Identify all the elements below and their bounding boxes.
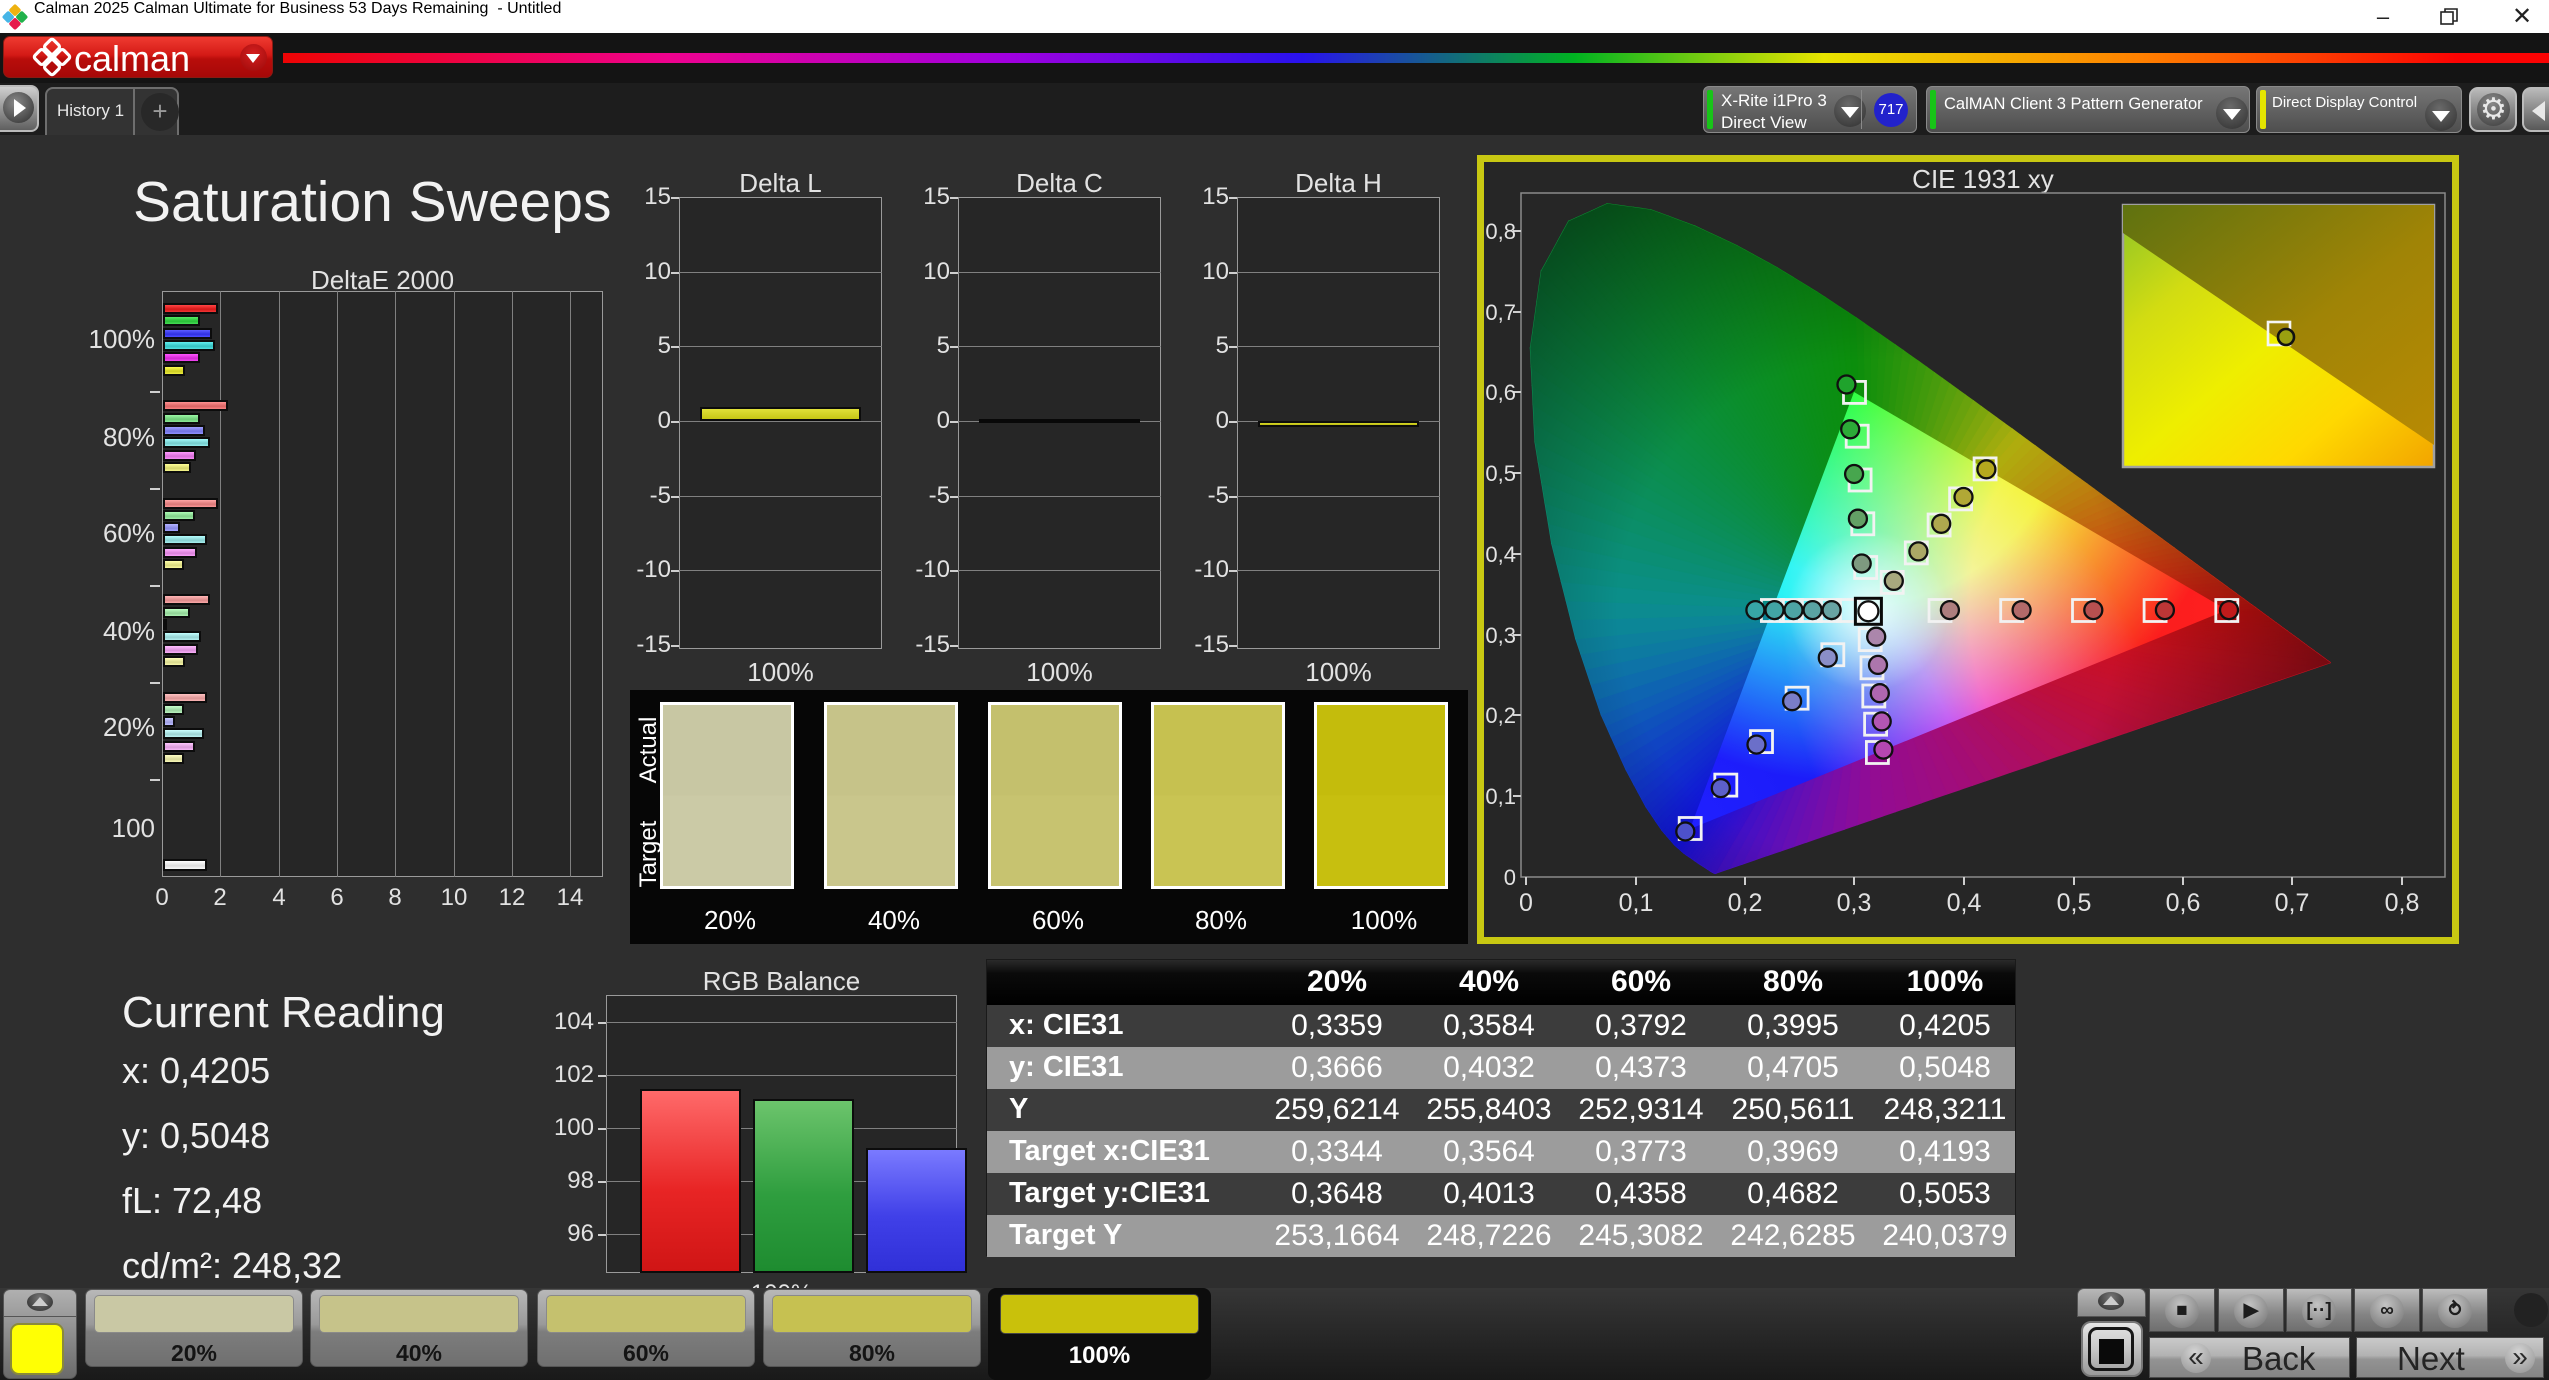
svg-text:CIE 1931 xy: CIE 1931 xy <box>1912 164 2054 194</box>
svg-text:0,6: 0,6 <box>2166 889 2201 917</box>
svg-text:0,3: 0,3 <box>1837 889 1872 917</box>
svg-text:0,1: 0,1 <box>1619 889 1654 917</box>
svg-text:0,6: 0,6 <box>1485 380 1516 405</box>
svg-text:0,8: 0,8 <box>1485 219 1516 244</box>
svg-text:0,3: 0,3 <box>1485 623 1516 648</box>
svg-text:0,7: 0,7 <box>2275 889 2310 917</box>
svg-text:0,2: 0,2 <box>1728 889 1763 917</box>
svg-text:0,5: 0,5 <box>2057 889 2092 917</box>
svg-text:0,4: 0,4 <box>1485 542 1516 567</box>
svg-text:0,1: 0,1 <box>1485 784 1516 809</box>
svg-text:0,2: 0,2 <box>1485 703 1516 728</box>
svg-text:0,7: 0,7 <box>1485 300 1516 325</box>
svg-text:0,4: 0,4 <box>1947 889 1982 917</box>
svg-text:0: 0 <box>1504 865 1516 890</box>
svg-text:0,5: 0,5 <box>1485 461 1516 486</box>
svg-text:0,8: 0,8 <box>2385 889 2420 917</box>
svg-text:0: 0 <box>1519 889 1533 917</box>
